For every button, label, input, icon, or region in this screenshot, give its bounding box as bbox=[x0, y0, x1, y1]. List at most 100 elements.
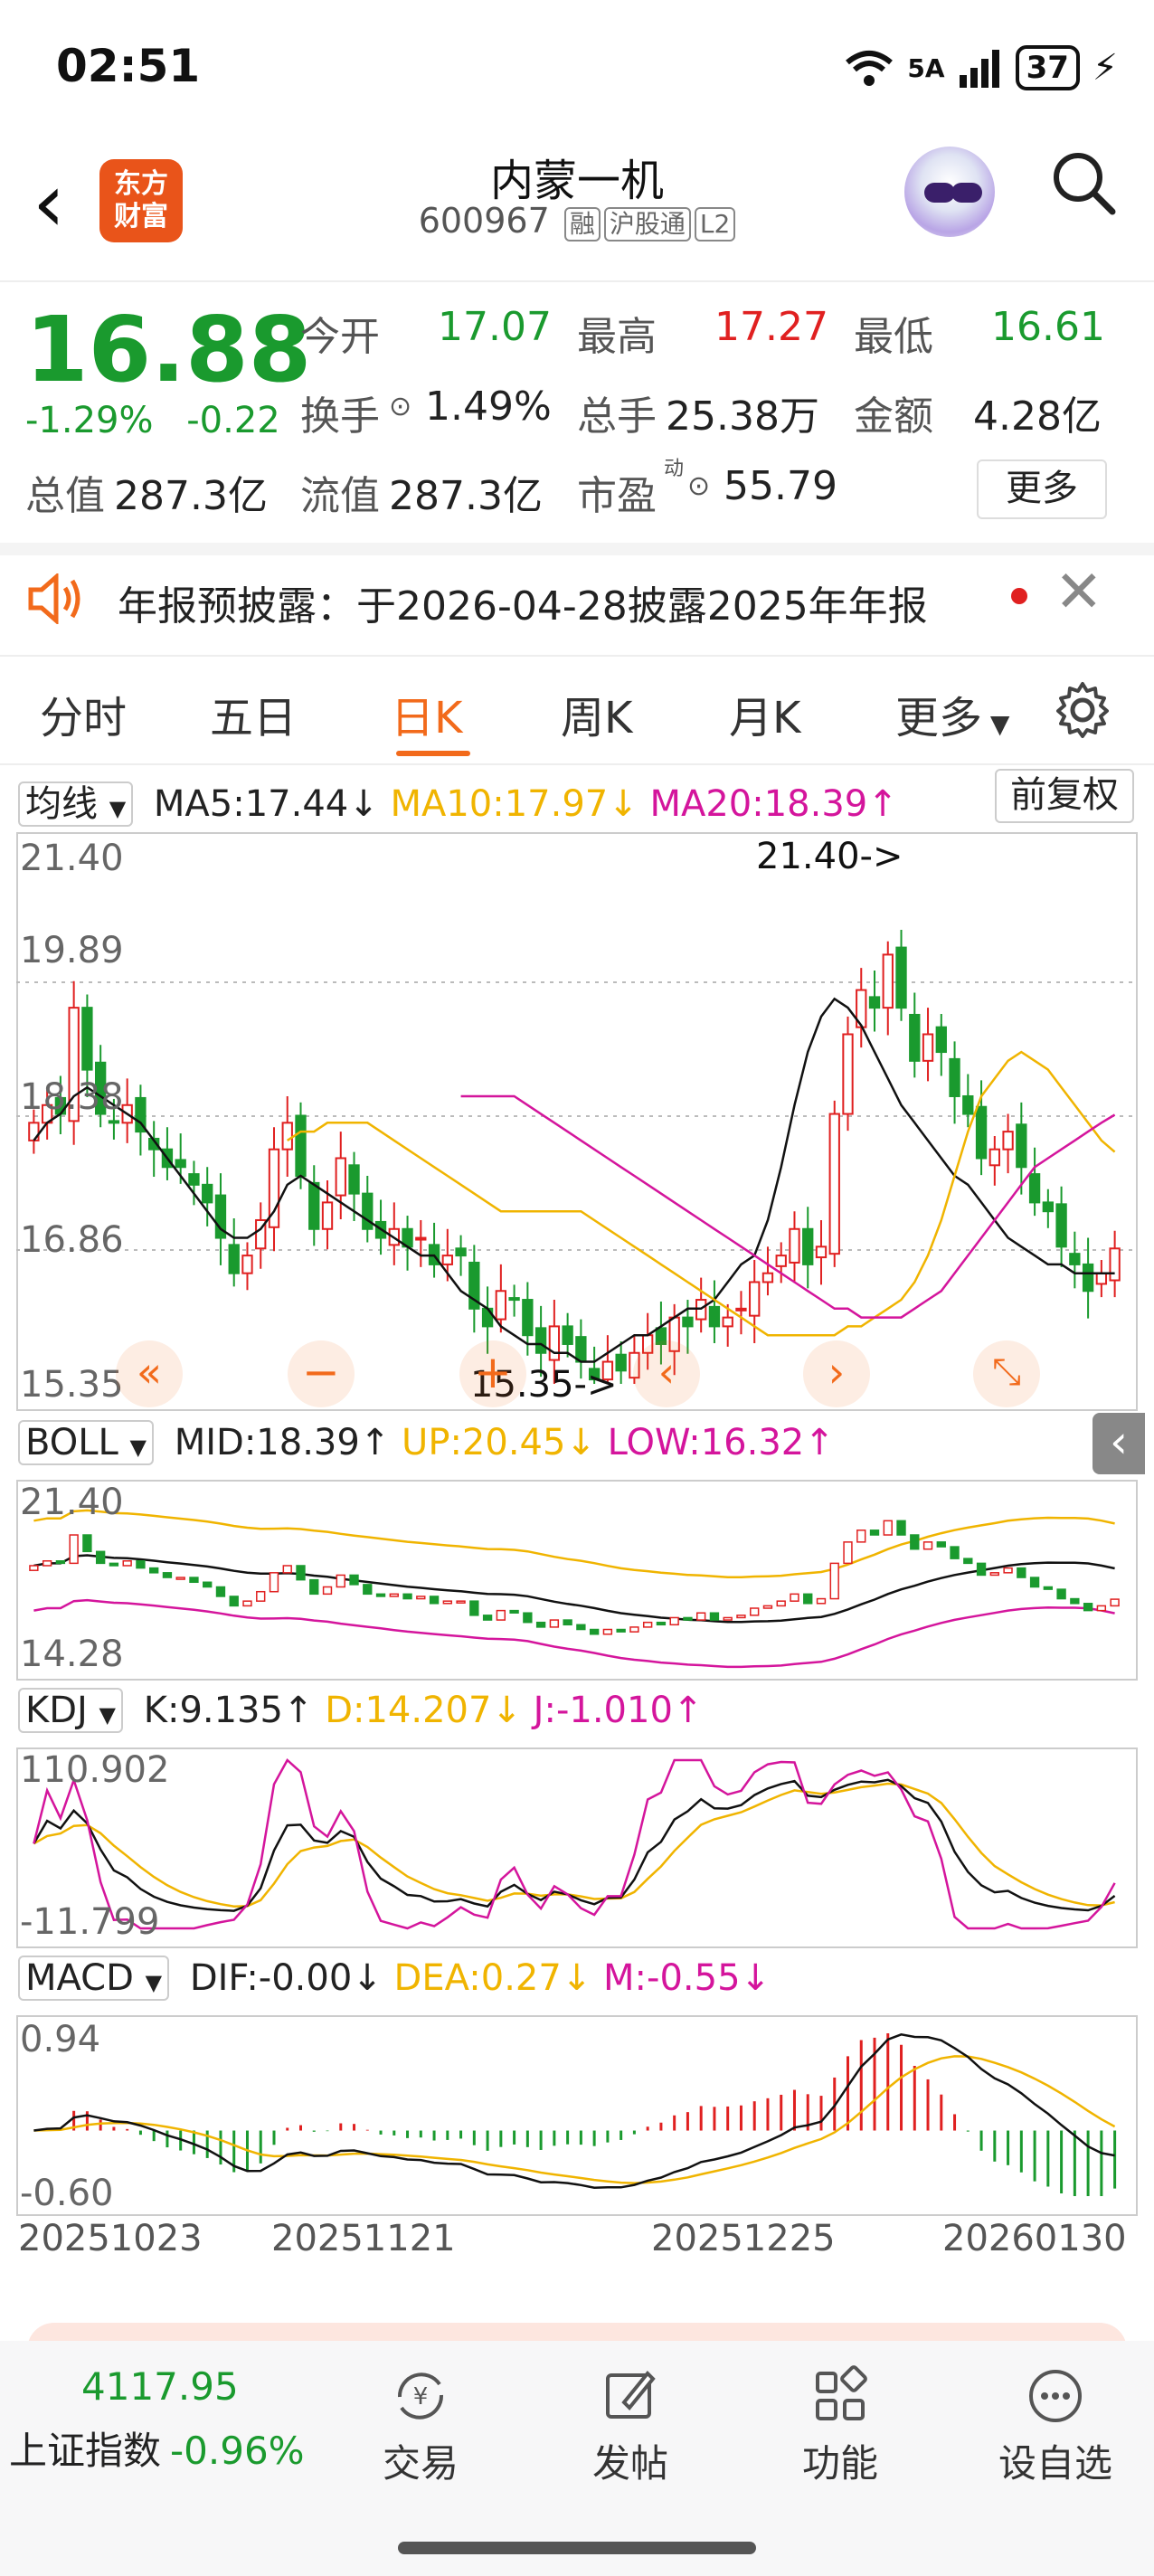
gear-icon[interactable] bbox=[1053, 680, 1112, 740]
step-right-icon[interactable]: › bbox=[803, 1340, 870, 1407]
candle-body bbox=[455, 1247, 467, 1257]
macd-chart[interactable] bbox=[16, 2015, 1138, 2216]
ma-select[interactable]: 均线 ▼ bbox=[18, 781, 134, 827]
boll-candle bbox=[149, 1567, 159, 1574]
period-tabs: 分时 五日 日K 周K 月K 更多 ▼ bbox=[0, 655, 1154, 765]
boll-candle bbox=[963, 1558, 973, 1565]
tab-monthly-k[interactable]: 月K bbox=[729, 682, 800, 745]
ma5-value: MA5:17.44 bbox=[153, 783, 349, 825]
axis-label: 110.902 bbox=[20, 1749, 170, 1791]
pan-left-icon[interactable]: « bbox=[116, 1340, 183, 1407]
boll-candle bbox=[563, 1619, 572, 1626]
search-icon[interactable] bbox=[1051, 150, 1116, 215]
caret-down-icon: ▼ bbox=[982, 709, 1010, 739]
kdj-j: J:-1.010 bbox=[533, 1690, 673, 1731]
candle-body bbox=[789, 1227, 800, 1264]
boll-select[interactable]: BOLL ▼ bbox=[18, 1420, 154, 1465]
boll-candle bbox=[936, 1541, 946, 1548]
post-button[interactable]: 发帖 bbox=[581, 2364, 680, 2488]
zoom-out-icon[interactable]: − bbox=[288, 1340, 355, 1407]
bottom-bar: 4117.95 上证指数 -0.96% ¥ 交易 发帖 功能 设自选 bbox=[0, 2341, 1154, 2576]
signal-icon bbox=[959, 50, 999, 88]
candle-body bbox=[308, 1181, 320, 1230]
boll-candle bbox=[1029, 1577, 1040, 1588]
zoom-in-icon[interactable]: + bbox=[459, 1340, 526, 1407]
mcap-label: 总值 bbox=[25, 473, 105, 519]
boll-candle bbox=[296, 1565, 306, 1581]
grid-icon bbox=[816, 2365, 867, 2420]
step-left-icon[interactable]: ‹ bbox=[633, 1340, 700, 1407]
close-icon[interactable]: ✕ bbox=[1055, 559, 1103, 626]
candle-body bbox=[81, 1007, 93, 1071]
boll-candle bbox=[642, 1621, 653, 1628]
boll-candle bbox=[950, 1546, 960, 1559]
boll-legend: BOLL ▼ MID:18.39↑ UP:20.45↓ LOW:16.32↑ bbox=[18, 1420, 835, 1473]
candle-body bbox=[882, 953, 894, 1009]
volume-label: 总手 bbox=[577, 393, 657, 440]
functions-button[interactable]: 功能 bbox=[790, 2364, 890, 2488]
boll-candle bbox=[322, 1586, 333, 1596]
boll-candle bbox=[1070, 1597, 1080, 1605]
axis-label: -11.799 bbox=[20, 1901, 160, 1943]
assistant-avatar-icon[interactable] bbox=[904, 147, 995, 237]
kdj-j-line bbox=[33, 1758, 1116, 1930]
tab-intraday[interactable]: 分时 bbox=[40, 682, 127, 745]
tag-level2: L2 bbox=[694, 207, 736, 242]
boll-chart[interactable] bbox=[16, 1480, 1138, 1681]
high-value: 17.27 bbox=[714, 304, 828, 350]
pe-info-icon[interactable]: ⊙ bbox=[687, 470, 710, 502]
adjust-button[interactable]: 前复权 bbox=[995, 769, 1134, 823]
more-button[interactable]: 更多 bbox=[977, 459, 1107, 519]
collapse-panel-icon[interactable]: ‹ bbox=[1093, 1413, 1145, 1474]
kdj-k: K:9.135 bbox=[143, 1690, 283, 1731]
macd-dea-line bbox=[33, 2055, 1116, 2184]
candle-body bbox=[548, 1325, 561, 1361]
trade-button[interactable]: ¥ 交易 bbox=[371, 2364, 470, 2488]
date-label: 20251121 bbox=[271, 2218, 456, 2259]
notice-bar[interactable]: 年报预披露：于2026-04-28披露2025年年报 ✕ bbox=[0, 543, 1154, 657]
low-value: 16.61 bbox=[991, 304, 1105, 350]
macd-select[interactable]: MACD ▼ bbox=[18, 1956, 170, 2001]
candle-body bbox=[228, 1244, 240, 1274]
arrow-down-icon: ↓ bbox=[740, 1957, 771, 1999]
kdj-d: D:14.207 bbox=[325, 1690, 492, 1731]
add-watchlist-button[interactable]: 设自选 bbox=[988, 2364, 1123, 2488]
low-label: 最低 bbox=[854, 314, 933, 360]
boll-candle bbox=[456, 1600, 466, 1604]
boll-candle bbox=[883, 1520, 893, 1536]
kdj-select[interactable]: KDJ ▼ bbox=[18, 1688, 124, 1733]
caret-down-icon: ▼ bbox=[129, 1435, 147, 1460]
charging-icon: ⚡ bbox=[1092, 47, 1118, 89]
axis-label: 19.89 bbox=[20, 930, 124, 971]
tab-daily-k[interactable]: 日K bbox=[391, 682, 462, 745]
candle-body bbox=[108, 1120, 120, 1124]
axis-label: 21.40 bbox=[20, 1482, 124, 1523]
info-icon[interactable]: ⊙ bbox=[389, 391, 411, 422]
boll-candle bbox=[843, 1541, 853, 1565]
boll-candle bbox=[349, 1574, 359, 1586]
boll-candle bbox=[29, 1565, 39, 1571]
axis-label: 18.38 bbox=[20, 1076, 124, 1118]
candle-body bbox=[749, 1281, 761, 1317]
kdj-chart[interactable] bbox=[16, 1747, 1138, 1948]
boll-candle bbox=[896, 1520, 906, 1536]
current-price: 16.88 bbox=[25, 297, 312, 402]
fullscreen-icon[interactable]: ⤡ bbox=[973, 1340, 1040, 1407]
candle-body bbox=[682, 1316, 694, 1328]
boll-candle bbox=[683, 1616, 693, 1621]
candle-body bbox=[508, 1297, 520, 1302]
boll-candle bbox=[82, 1534, 92, 1553]
kline-chart[interactable] bbox=[16, 832, 1138, 1411]
tab-five-day[interactable]: 五日 bbox=[210, 682, 297, 745]
candle-body bbox=[761, 1272, 774, 1283]
index-ticker[interactable]: 4117.95 上证指数 -0.96% bbox=[0, 2341, 305, 2576]
tab-more[interactable]: 更多 ▼ bbox=[895, 682, 1009, 745]
boll-candle bbox=[589, 1628, 600, 1635]
stock-header: ‹ 东方 财富 内蒙一机 600967 融沪股通 L2 bbox=[0, 136, 1154, 282]
boll-candle bbox=[496, 1609, 506, 1621]
candle-body bbox=[534, 1327, 547, 1354]
date-label: 20260130 bbox=[942, 2218, 1127, 2259]
tab-weekly-k[interactable]: 周K bbox=[561, 682, 632, 745]
kdj-select-label: KDJ bbox=[25, 1690, 88, 1731]
boll-candle bbox=[1096, 1605, 1107, 1612]
